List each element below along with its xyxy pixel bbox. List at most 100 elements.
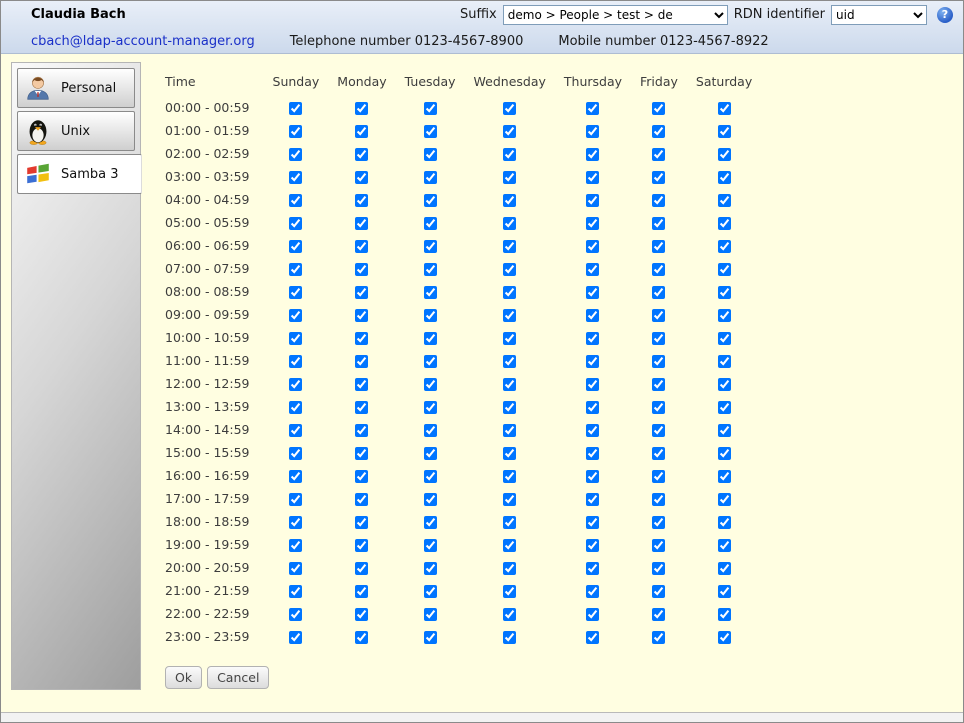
hour-checkbox-saturday[interactable]	[718, 493, 731, 506]
hour-checkbox-wednesday[interactable]	[503, 355, 516, 368]
hour-checkbox-wednesday[interactable]	[503, 631, 516, 644]
ok-button[interactable]: Ok	[165, 666, 202, 689]
sidebar-tab-samba-3[interactable]: Samba 3	[17, 154, 142, 194]
hour-checkbox-friday[interactable]	[652, 539, 665, 552]
hour-checkbox-friday[interactable]	[652, 263, 665, 276]
hour-checkbox-friday[interactable]	[652, 286, 665, 299]
hour-checkbox-thursday[interactable]	[586, 263, 599, 276]
hour-checkbox-saturday[interactable]	[718, 516, 731, 529]
hour-checkbox-wednesday[interactable]	[503, 378, 516, 391]
hour-checkbox-friday[interactable]	[652, 102, 665, 115]
hour-checkbox-monday[interactable]	[355, 355, 368, 368]
hour-checkbox-tuesday[interactable]	[424, 102, 437, 115]
hour-checkbox-saturday[interactable]	[718, 447, 731, 460]
hour-checkbox-monday[interactable]	[355, 516, 368, 529]
hour-checkbox-friday[interactable]	[652, 470, 665, 483]
hour-checkbox-thursday[interactable]	[586, 424, 599, 437]
hour-checkbox-saturday[interactable]	[718, 194, 731, 207]
hour-checkbox-tuesday[interactable]	[424, 309, 437, 322]
hour-checkbox-saturday[interactable]	[718, 102, 731, 115]
hour-checkbox-wednesday[interactable]	[503, 194, 516, 207]
hour-checkbox-monday[interactable]	[355, 631, 368, 644]
hour-checkbox-tuesday[interactable]	[424, 608, 437, 621]
hour-checkbox-wednesday[interactable]	[503, 539, 516, 552]
hour-checkbox-friday[interactable]	[652, 240, 665, 253]
hour-checkbox-tuesday[interactable]	[424, 539, 437, 552]
hour-checkbox-friday[interactable]	[652, 309, 665, 322]
hour-checkbox-sunday[interactable]	[289, 447, 302, 460]
hour-checkbox-saturday[interactable]	[718, 562, 731, 575]
hour-checkbox-friday[interactable]	[652, 125, 665, 138]
hour-checkbox-thursday[interactable]	[586, 447, 599, 460]
hour-checkbox-saturday[interactable]	[718, 608, 731, 621]
hour-checkbox-thursday[interactable]	[586, 102, 599, 115]
hour-checkbox-wednesday[interactable]	[503, 125, 516, 138]
hour-checkbox-tuesday[interactable]	[424, 516, 437, 529]
hour-checkbox-thursday[interactable]	[586, 194, 599, 207]
help-icon[interactable]: ?	[937, 7, 953, 23]
hour-checkbox-sunday[interactable]	[289, 470, 302, 483]
hour-checkbox-tuesday[interactable]	[424, 125, 437, 138]
sidebar-tab-personal[interactable]: Personal	[17, 68, 135, 108]
hour-checkbox-sunday[interactable]	[289, 148, 302, 161]
hour-checkbox-saturday[interactable]	[718, 585, 731, 598]
hour-checkbox-friday[interactable]	[652, 171, 665, 184]
hour-checkbox-saturday[interactable]	[718, 240, 731, 253]
hour-checkbox-sunday[interactable]	[289, 171, 302, 184]
hour-checkbox-saturday[interactable]	[718, 148, 731, 161]
hour-checkbox-sunday[interactable]	[289, 240, 302, 253]
hour-checkbox-monday[interactable]	[355, 332, 368, 345]
hour-checkbox-saturday[interactable]	[718, 470, 731, 483]
hour-checkbox-monday[interactable]	[355, 562, 368, 575]
hour-checkbox-monday[interactable]	[355, 447, 368, 460]
hour-checkbox-thursday[interactable]	[586, 217, 599, 230]
hour-checkbox-tuesday[interactable]	[424, 263, 437, 276]
hour-checkbox-tuesday[interactable]	[424, 378, 437, 391]
hour-checkbox-friday[interactable]	[652, 194, 665, 207]
email-link[interactable]: cbach@ldap-account-manager.org	[31, 34, 255, 49]
hour-checkbox-saturday[interactable]	[718, 401, 731, 414]
hour-checkbox-wednesday[interactable]	[503, 447, 516, 460]
hour-checkbox-monday[interactable]	[355, 171, 368, 184]
hour-checkbox-sunday[interactable]	[289, 493, 302, 506]
hour-checkbox-monday[interactable]	[355, 102, 368, 115]
hour-checkbox-friday[interactable]	[652, 447, 665, 460]
hour-checkbox-monday[interactable]	[355, 286, 368, 299]
hour-checkbox-monday[interactable]	[355, 608, 368, 621]
hour-checkbox-sunday[interactable]	[289, 401, 302, 414]
hour-checkbox-wednesday[interactable]	[503, 516, 516, 529]
suffix-select[interactable]: demo > People > test > de	[503, 5, 728, 25]
hour-checkbox-monday[interactable]	[355, 125, 368, 138]
hour-checkbox-tuesday[interactable]	[424, 171, 437, 184]
hour-checkbox-monday[interactable]	[355, 263, 368, 276]
hour-checkbox-wednesday[interactable]	[503, 401, 516, 414]
hour-checkbox-wednesday[interactable]	[503, 102, 516, 115]
hour-checkbox-sunday[interactable]	[289, 125, 302, 138]
hour-checkbox-sunday[interactable]	[289, 516, 302, 529]
hour-checkbox-tuesday[interactable]	[424, 585, 437, 598]
hour-checkbox-tuesday[interactable]	[424, 424, 437, 437]
hour-checkbox-friday[interactable]	[652, 378, 665, 391]
hour-checkbox-wednesday[interactable]	[503, 585, 516, 598]
hour-checkbox-sunday[interactable]	[289, 562, 302, 575]
hour-checkbox-sunday[interactable]	[289, 631, 302, 644]
hour-checkbox-wednesday[interactable]	[503, 470, 516, 483]
hour-checkbox-thursday[interactable]	[586, 608, 599, 621]
hour-checkbox-saturday[interactable]	[718, 424, 731, 437]
hour-checkbox-tuesday[interactable]	[424, 240, 437, 253]
hour-checkbox-tuesday[interactable]	[424, 332, 437, 345]
hour-checkbox-thursday[interactable]	[586, 171, 599, 184]
rdn-select[interactable]: uid	[831, 5, 927, 25]
hour-checkbox-saturday[interactable]	[718, 332, 731, 345]
hour-checkbox-wednesday[interactable]	[503, 171, 516, 184]
hour-checkbox-friday[interactable]	[652, 631, 665, 644]
hour-checkbox-monday[interactable]	[355, 539, 368, 552]
hour-checkbox-tuesday[interactable]	[424, 447, 437, 460]
hour-checkbox-tuesday[interactable]	[424, 355, 437, 368]
hour-checkbox-thursday[interactable]	[586, 585, 599, 598]
hour-checkbox-monday[interactable]	[355, 240, 368, 253]
hour-checkbox-wednesday[interactable]	[503, 332, 516, 345]
hour-checkbox-friday[interactable]	[652, 516, 665, 529]
hour-checkbox-sunday[interactable]	[289, 194, 302, 207]
hour-checkbox-sunday[interactable]	[289, 102, 302, 115]
